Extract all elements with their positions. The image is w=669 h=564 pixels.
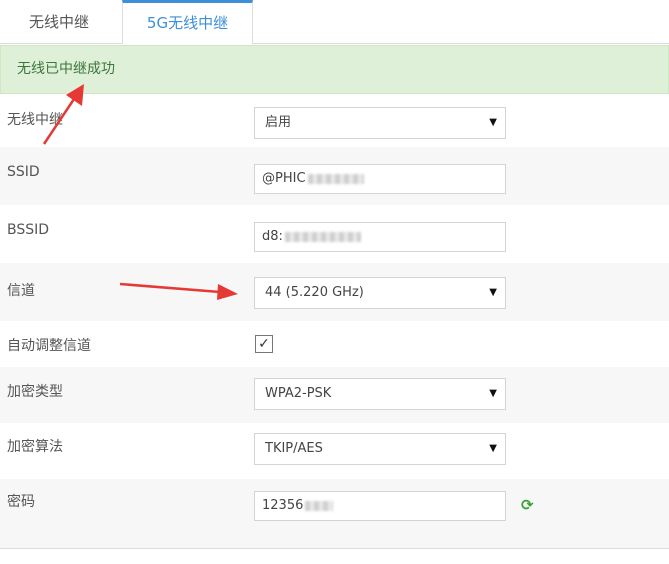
redacted-blur <box>284 231 361 242</box>
row-channel: 信道 44 (5.220 GHz) ▼ <box>0 263 669 321</box>
repeater-label: 无线中继 <box>7 112 63 128</box>
encryption-algorithm-select-value: TKIP/AES <box>265 441 323 456</box>
encryption-algorithm-label: 加密算法 <box>7 439 63 455</box>
row-bssid: BSSID d8: <box>0 205 669 263</box>
password-input[interactable]: 12356 <box>254 491 506 521</box>
chevron-down-icon: ▼ <box>489 287 497 298</box>
channel-label: 信道 <box>7 283 35 299</box>
encryption-type-label: 加密类型 <box>7 384 63 400</box>
repeater-select[interactable]: 启用 ▼ <box>254 107 506 139</box>
ssid-input[interactable]: @PHIC <box>254 164 506 194</box>
encryption-type-select-value: WPA2-PSK <box>265 386 332 401</box>
redacted-blur <box>305 500 334 511</box>
channel-select-value: 44 (5.220 GHz) <box>265 285 364 300</box>
row-encryption-algorithm: 加密算法 TKIP/AES ▼ <box>0 423 669 479</box>
repeater-select-value: 启用 <box>265 115 292 130</box>
chevron-down-icon: ▼ <box>489 443 497 454</box>
ssid-label: SSID <box>7 164 40 180</box>
divider <box>0 548 669 549</box>
row-ssid: SSID @PHIC <box>0 147 669 205</box>
row-password: 密码 12356 <box>0 479 669 548</box>
encryption-type-select[interactable]: WPA2-PSK ▼ <box>254 378 506 410</box>
channel-select[interactable]: 44 (5.220 GHz) ▼ <box>254 277 506 309</box>
ssid-value: @PHIC <box>262 171 306 186</box>
chevron-down-icon: ▼ <box>489 388 497 399</box>
refresh-icon[interactable]: ⟳ <box>521 498 535 513</box>
bssid-value: d8: <box>262 229 283 244</box>
password-label: 密码 <box>7 494 35 510</box>
tab-bar: 无线中继 5G无线中继 <box>0 0 669 44</box>
redacted-blur <box>307 173 364 184</box>
tab-5g-wireless-repeater[interactable]: 5G无线中继 <box>122 0 253 44</box>
checkmark-icon: ✓ <box>258 336 270 352</box>
tab-wireless-repeater[interactable]: 无线中继 <box>0 0 118 43</box>
chevron-down-icon: ▼ <box>489 117 497 128</box>
bssid-label: BSSID <box>7 222 50 238</box>
auto-channel-label: 自动调整信道 <box>7 338 91 354</box>
row-repeater: 无线中继 启用 ▼ <box>0 95 669 147</box>
success-alert: 无线已中继成功 <box>0 45 669 94</box>
row-encryption-type: 加密类型 WPA2-PSK ▼ <box>0 367 669 423</box>
encryption-algorithm-select[interactable]: TKIP/AES ▼ <box>254 433 506 465</box>
password-value: 12356 <box>262 498 304 513</box>
row-auto-channel: 自动调整信道 ✓ <box>0 321 669 367</box>
bssid-input[interactable]: d8: <box>254 222 506 252</box>
auto-channel-checkbox[interactable]: ✓ <box>255 335 273 353</box>
